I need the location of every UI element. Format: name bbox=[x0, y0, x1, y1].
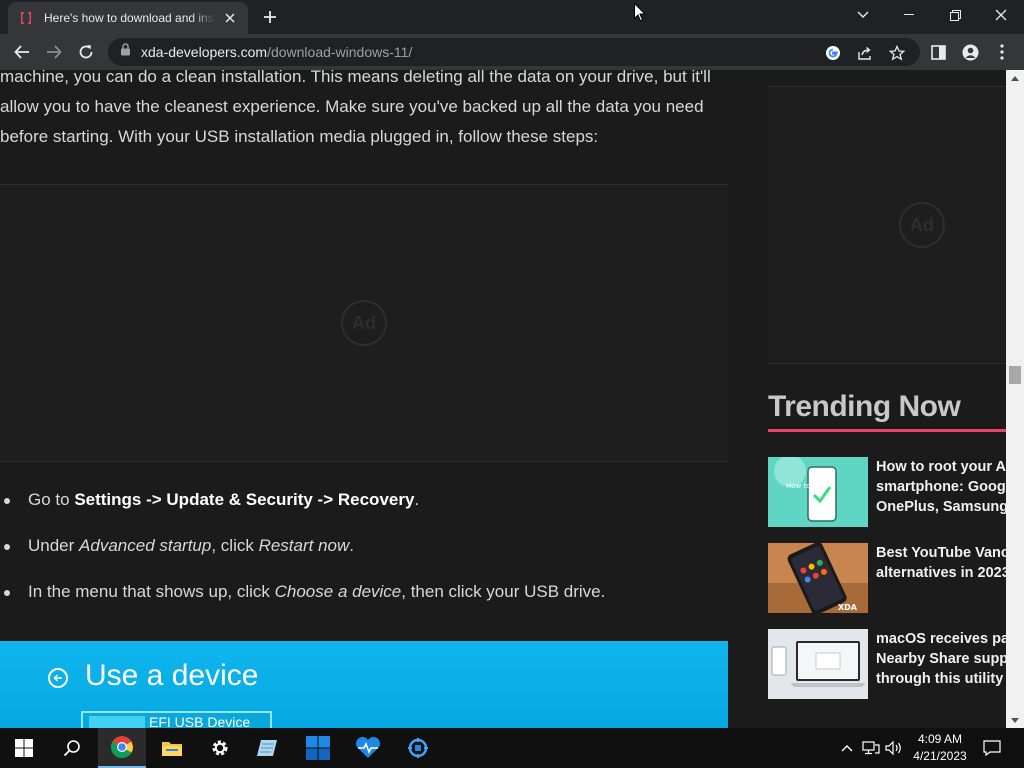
ad-badge: Ad bbox=[341, 300, 387, 346]
article-paragraph: machine, you can do a clean installation… bbox=[0, 70, 711, 146]
trending-thumbnail: XDA bbox=[768, 543, 868, 613]
address-bar[interactable]: xda-developers.com/download-windows-11/ bbox=[108, 38, 920, 66]
notepad-app-icon[interactable] bbox=[244, 728, 292, 768]
google-lens-icon[interactable] bbox=[824, 44, 842, 62]
network-icon[interactable] bbox=[861, 738, 881, 758]
step-item: In the menu that shows up, click Choose … bbox=[0, 577, 728, 607]
xda-watermark: XDA bbox=[838, 603, 858, 612]
trending-item-title: macOS receives partial Nearby Share supp… bbox=[876, 631, 1016, 687]
browser-toolbar: xda-developers.com/download-windows-11/ bbox=[0, 34, 1024, 70]
ad-badge: Ad bbox=[899, 202, 945, 248]
trending-underline bbox=[768, 429, 1006, 432]
page-viewport: machine, you can do a clean installation… bbox=[0, 70, 1024, 728]
health-app-icon[interactable] bbox=[344, 728, 392, 768]
browser-titlebar: Here's how to download and install Windo… bbox=[0, 0, 1024, 34]
thumbnail-text: How to Root bbox=[786, 482, 829, 490]
tray-chevron-up-icon[interactable] bbox=[837, 738, 857, 758]
restore-button[interactable] bbox=[932, 0, 978, 30]
trending-item-title: Best YouTube Vanced alternatives in 2023 bbox=[876, 545, 1016, 581]
clock-time: 4:09 AM bbox=[917, 732, 963, 746]
xda-favicon-icon bbox=[18, 10, 34, 26]
settings-path-link: Settings -> Update & Security -> Recover… bbox=[74, 490, 415, 509]
tab-title: Here's how to download and install Windo… bbox=[44, 11, 216, 25]
notifications-icon[interactable] bbox=[982, 738, 1002, 758]
back-button[interactable] bbox=[8, 38, 36, 66]
forward-button[interactable] bbox=[40, 38, 68, 66]
start-button[interactable] bbox=[0, 728, 48, 768]
trending-thumbnail: How to Root bbox=[768, 457, 868, 527]
trending-item-title: How to root your Android smartphone: Goo… bbox=[876, 459, 1016, 515]
taskbar-clock[interactable]: 4:09 AM 4/21/2023 bbox=[906, 731, 974, 765]
inline-ad-slot[interactable]: Ad bbox=[0, 184, 728, 462]
minimize-button[interactable] bbox=[886, 0, 932, 30]
url-path: /download-windows-11/ bbox=[267, 44, 413, 60]
trending-item[interactable]: XDA Best YouTube Vanced alternatives in … bbox=[768, 543, 1016, 613]
sidebar-ad-slot[interactable]: Ad bbox=[768, 86, 1006, 364]
mouse-cursor-icon bbox=[634, 2, 647, 27]
article-body: machine, you can do a clean installation… bbox=[0, 70, 728, 728]
article-screenshot-image: Use a device EFI USB Device bbox=[0, 641, 728, 728]
clock-date: 4/21/2023 bbox=[913, 749, 967, 763]
url-text: xda-developers.com/download-windows-11/ bbox=[141, 44, 412, 60]
screenshot-title: Use a device bbox=[85, 659, 259, 692]
screenshot-device-label: EFI USB Device bbox=[149, 714, 251, 728]
steps-list: Go to Settings -> Update & Security -> R… bbox=[0, 485, 728, 623]
usb-drive-icon bbox=[89, 716, 145, 728]
url-host: xda-developers.com bbox=[141, 44, 268, 60]
network-tool-icon[interactable] bbox=[394, 728, 442, 768]
browser-tab-active[interactable]: Here's how to download and install Windo… bbox=[8, 2, 248, 34]
close-window-button[interactable] bbox=[978, 0, 1024, 30]
search-icon[interactable] bbox=[48, 728, 96, 768]
scroll-down-arrow-icon[interactable] bbox=[1006, 712, 1024, 728]
scroll-up-arrow-icon[interactable] bbox=[1006, 70, 1024, 86]
new-tab-button[interactable] bbox=[258, 6, 282, 28]
settings-gear-icon[interactable] bbox=[196, 728, 244, 768]
sidebar: Ad Trending Now How to Root How to root … bbox=[768, 70, 1016, 728]
trending-heading: Trending Now bbox=[768, 390, 961, 423]
tab-close-icon[interactable] bbox=[222, 10, 238, 26]
browser-menu-icon[interactable] bbox=[988, 38, 1016, 66]
page-scrollbar[interactable] bbox=[1006, 70, 1024, 728]
chrome-taskbar-icon[interactable] bbox=[98, 728, 146, 768]
side-panel-icon[interactable] bbox=[924, 38, 952, 66]
file-explorer-icon[interactable] bbox=[148, 728, 196, 768]
bookmark-star-icon[interactable] bbox=[888, 44, 906, 62]
scrollbar-thumb[interactable] bbox=[1009, 366, 1021, 384]
share-icon[interactable] bbox=[856, 44, 874, 62]
windows-app-icon[interactable] bbox=[294, 728, 342, 768]
trending-thumbnail bbox=[768, 629, 868, 699]
tab-search-chevron-icon[interactable] bbox=[850, 2, 876, 28]
volume-icon[interactable] bbox=[884, 738, 904, 758]
step-item: Under Advanced startup, click Restart no… bbox=[0, 531, 728, 561]
profile-avatar-icon[interactable] bbox=[956, 38, 984, 66]
lock-icon[interactable] bbox=[120, 43, 131, 61]
back-arrow-icon bbox=[48, 668, 68, 688]
screenshot-device-tile: EFI USB Device bbox=[81, 711, 272, 728]
trending-item[interactable]: How to Root How to root your Android sma… bbox=[768, 457, 1016, 527]
step-item: Go to Settings -> Update & Security -> R… bbox=[0, 485, 728, 515]
reload-button[interactable] bbox=[72, 38, 100, 66]
windows-taskbar: 4:09 AM 4/21/2023 bbox=[0, 728, 1024, 768]
trending-item[interactable]: macOS receives partial Nearby Share supp… bbox=[768, 629, 1016, 699]
